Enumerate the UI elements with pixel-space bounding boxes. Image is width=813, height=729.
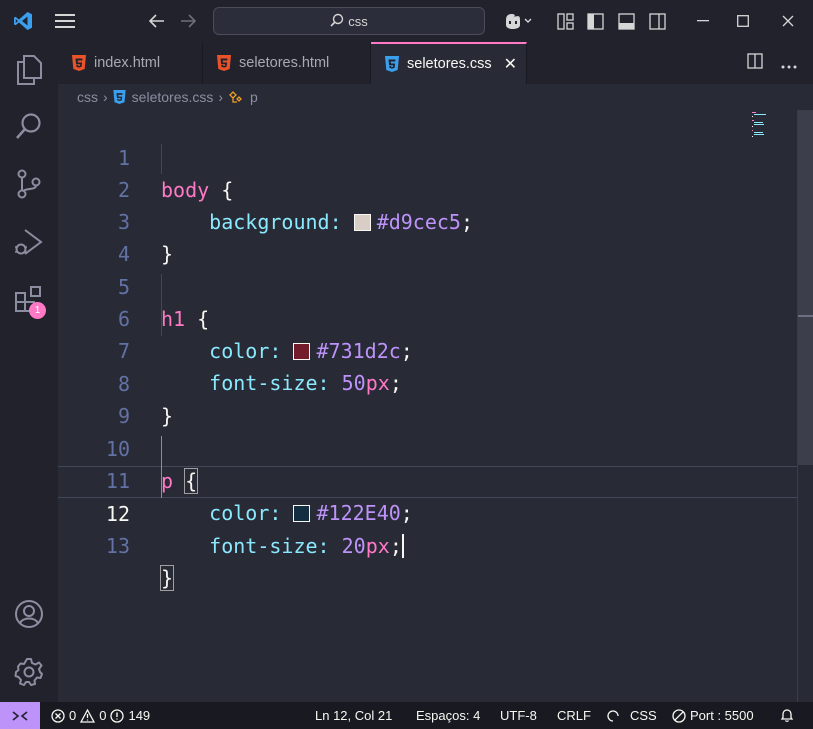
minimap[interactable] <box>750 110 780 140</box>
notifications-bell-icon[interactable] <box>780 702 794 729</box>
end-of-line[interactable]: CRLF <box>557 702 591 729</box>
vertical-scrollbar[interactable] <box>797 110 813 702</box>
code-editor[interactable]: 1 body { 2 background: #d9cec5; 3 } 4 5 … <box>58 110 798 702</box>
problems-indicator[interactable]: 0 0 149 <box>51 702 150 729</box>
error-icon <box>51 708 65 723</box>
toggle-primary-sidebar-icon[interactable] <box>585 0 605 42</box>
scrollbar-thumb[interactable] <box>798 110 813 465</box>
html-file-icon <box>72 55 86 71</box>
source-control-icon[interactable] <box>0 156 58 212</box>
info-icon <box>110 708 125 723</box>
breadcrumb-folder[interactable]: css <box>77 89 98 105</box>
code-line: 13 } <box>58 498 798 591</box>
language-mode[interactable]: CSS <box>606 702 657 729</box>
code-line: 6 color: #731d2c; <box>58 271 798 363</box>
back-icon[interactable] <box>146 0 168 42</box>
tab-seletores-css[interactable]: seletores.css ✕ <box>371 42 527 84</box>
split-editor-icon[interactable] <box>747 53 763 73</box>
more-actions-icon[interactable] <box>781 54 797 73</box>
breadcrumb-file[interactable]: seletores.css <box>132 89 214 105</box>
editor-tabs: index.html seletores.html seletores.css … <box>58 42 813 84</box>
scrollbar-cursor-marker <box>798 315 813 317</box>
tab-seletores-html[interactable]: seletores.html <box>203 42 371 84</box>
code-line: 9 <box>58 368 798 428</box>
chevron-right-icon: › <box>103 89 108 105</box>
chevron-right-icon: › <box>218 89 224 105</box>
line-number: 13 <box>105 534 130 558</box>
breadcrumb: css › seletores.css › p <box>58 84 798 110</box>
title-bar: css <box>0 0 813 42</box>
status-bar: 0 0 149 Ln 12, Col 21 Espaços: 4 UTF-8 C… <box>0 702 813 729</box>
tab-close-icon[interactable]: ✕ <box>504 54 517 74</box>
unit: px <box>365 534 390 558</box>
loading-icon <box>607 709 619 722</box>
settings-gear-icon[interactable] <box>0 644 58 700</box>
remote-indicator[interactable] <box>0 702 40 729</box>
minimize-icon[interactable] <box>688 0 718 42</box>
menu-icon[interactable] <box>52 0 78 42</box>
tab-label: seletores.css <box>407 56 492 72</box>
encoding[interactable]: UTF-8 <box>500 702 537 729</box>
warning-icon <box>80 708 96 723</box>
matching-bracket: } <box>159 565 175 591</box>
vscode-logo-icon <box>8 0 38 42</box>
breadcrumb-symbol[interactable]: p <box>250 89 258 105</box>
number: 20 <box>341 534 366 558</box>
code-line: 5 h1 { <box>58 239 798 331</box>
explorer-icon[interactable] <box>0 42 58 98</box>
search-text: css <box>348 13 368 29</box>
warning-count: 0 <box>99 708 107 723</box>
tab-actions <box>747 42 797 84</box>
code-line: 4 <box>58 206 798 266</box>
code-line: 1 body { <box>58 110 798 202</box>
live-server-port[interactable]: Port : 5500 <box>672 702 754 729</box>
code-line: 11 color: #122E40; <box>58 433 798 525</box>
extensions-badge: 1 <box>29 302 46 319</box>
extensions-icon[interactable]: 1 <box>0 272 58 328</box>
error-count: 0 <box>69 708 77 723</box>
search-icon <box>330 13 344 30</box>
symbol-class-icon <box>228 89 244 105</box>
block-icon <box>672 708 686 723</box>
html-file-icon <box>217 55 231 71</box>
text-cursor <box>401 534 404 558</box>
property: font-size <box>209 534 318 558</box>
code-line: 3 } <box>58 174 798 266</box>
language-label: CSS <box>630 708 657 723</box>
layout-icon[interactable] <box>555 0 575 42</box>
code-line-current: 12 font-size: 20px; <box>58 466 798 558</box>
command-center-search[interactable]: css <box>213 7 485 35</box>
info-count: 149 <box>128 708 151 723</box>
cursor-position[interactable]: Ln 12, Col 21 <box>315 702 392 729</box>
code-line: 7 font-size: 50px; <box>58 303 798 395</box>
remote-icon <box>12 710 28 721</box>
toggle-secondary-sidebar-icon[interactable] <box>647 0 667 42</box>
css-file-icon <box>113 90 126 104</box>
forward-icon[interactable] <box>177 0 199 42</box>
code-line: 10 p { <box>58 401 798 494</box>
search-icon[interactable] <box>0 98 58 154</box>
port-label: Port : 5500 <box>690 708 754 723</box>
tab-label: index.html <box>94 55 161 71</box>
copilot-icon[interactable] <box>500 0 536 42</box>
toggle-panel-icon[interactable] <box>616 0 636 42</box>
maximize-icon[interactable] <box>728 0 758 42</box>
activity-bar: 1 <box>0 42 58 702</box>
accounts-icon[interactable] <box>0 586 58 642</box>
run-and-debug-icon[interactable] <box>0 214 58 270</box>
tab-label: seletores.html <box>239 55 330 71</box>
tab-index-html[interactable]: index.html <box>58 42 203 84</box>
code-line: 8 } <box>58 336 798 428</box>
code-line: 2 background: #d9cec5; <box>58 142 798 234</box>
indentation[interactable]: Espaços: 4 <box>416 702 480 729</box>
close-icon[interactable] <box>773 0 803 42</box>
css-file-icon <box>385 56 399 72</box>
